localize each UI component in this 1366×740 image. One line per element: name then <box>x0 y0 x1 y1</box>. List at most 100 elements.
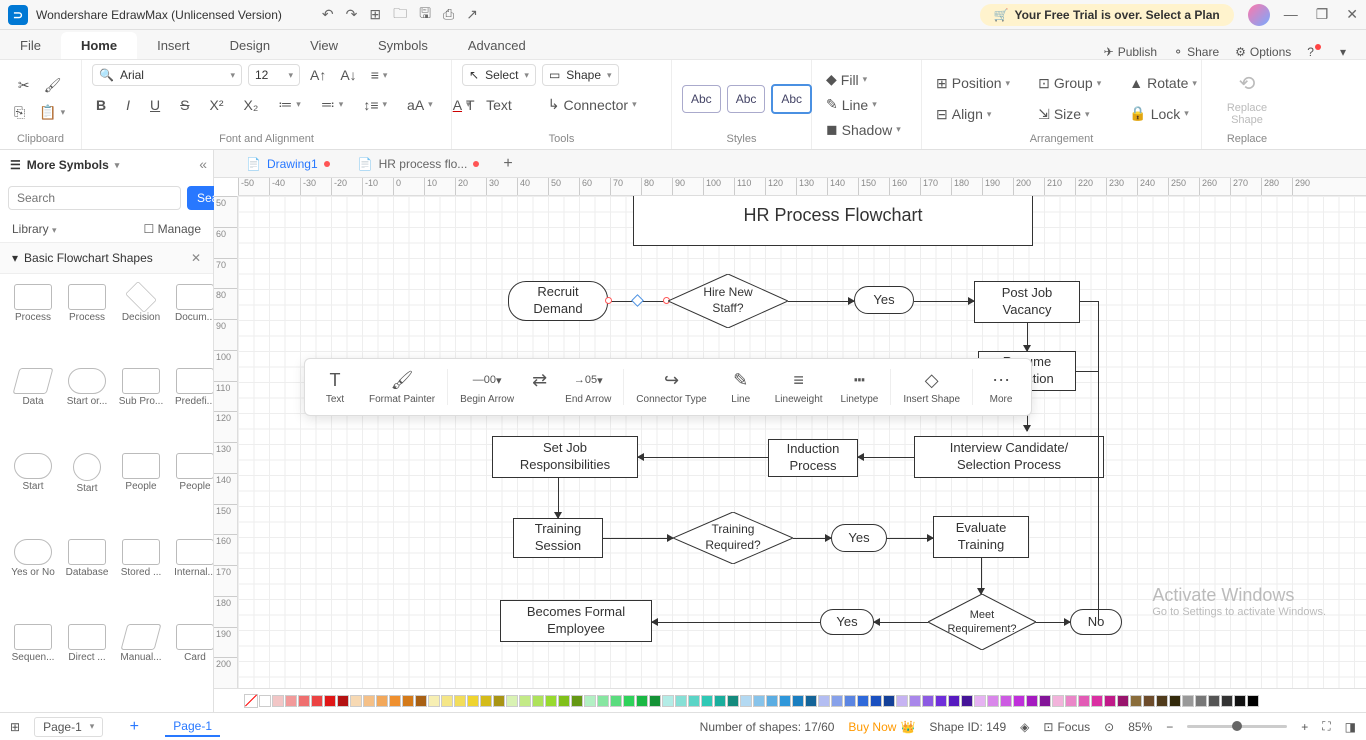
color-swatch[interactable] <box>779 695 791 707</box>
color-swatch[interactable] <box>480 695 492 707</box>
shape-subpro[interactable]: Sub Pro... <box>116 366 166 448</box>
color-swatch[interactable] <box>1000 695 1012 707</box>
ft-lineweight[interactable]: ≡Lineweight <box>767 365 831 409</box>
no-color-swatch[interactable] <box>244 694 258 708</box>
node-yes2[interactable]: Yes <box>831 524 887 552</box>
color-swatch[interactable] <box>909 695 921 707</box>
color-swatch[interactable] <box>298 695 310 707</box>
bold-icon[interactable]: B <box>92 95 110 115</box>
color-swatch[interactable] <box>1013 695 1025 707</box>
color-swatch[interactable] <box>1117 695 1129 707</box>
color-swatch[interactable] <box>545 695 557 707</box>
color-swatch[interactable] <box>883 695 895 707</box>
style-preset-1[interactable]: Abc <box>682 85 721 113</box>
options-button[interactable]: ⚙ Options <box>1235 45 1291 59</box>
color-swatch[interactable] <box>636 695 648 707</box>
shape-people[interactable]: People <box>116 451 166 535</box>
subscript-icon[interactable]: X₂ <box>239 95 262 115</box>
color-swatch[interactable] <box>844 695 856 707</box>
shape-stored[interactable]: Stored ... <box>116 537 166 619</box>
fullscreen-icon[interactable]: ⛶ <box>1322 719 1330 734</box>
tab-file[interactable]: File <box>0 32 61 59</box>
color-swatch[interactable] <box>519 695 531 707</box>
color-swatch[interactable] <box>987 695 999 707</box>
help-button[interactable]: ? <box>1307 45 1324 59</box>
color-swatch[interactable] <box>259 695 271 707</box>
lock-button[interactable]: 🔒 Lock▾ <box>1125 103 1193 124</box>
color-swatch[interactable] <box>1156 695 1168 707</box>
color-swatch[interactable] <box>415 695 427 707</box>
flowchart-title[interactable]: HR Process Flowchart <box>633 196 1033 246</box>
color-swatch[interactable] <box>922 695 934 707</box>
color-swatch[interactable] <box>324 695 336 707</box>
cut-icon[interactable]: ✂ <box>14 75 34 96</box>
tab-design[interactable]: Design <box>210 32 290 59</box>
panel-header[interactable]: ☰ More Symbols▾ <box>0 150 213 180</box>
color-swatch[interactable] <box>597 695 609 707</box>
numbering-icon[interactable]: ≕▾ <box>317 94 348 115</box>
node-interview[interactable]: Interview Candidate/ Selection Process <box>914 436 1104 478</box>
color-swatch[interactable] <box>974 695 986 707</box>
color-swatch[interactable] <box>857 695 869 707</box>
tab-insert[interactable]: Insert <box>137 32 210 59</box>
color-swatch[interactable] <box>1247 695 1259 707</box>
node-meet-req[interactable]: Meet Requirement? <box>928 594 1036 650</box>
color-swatch[interactable] <box>571 695 583 707</box>
color-swatch[interactable] <box>610 695 622 707</box>
layers-icon[interactable]: ⊞ <box>10 720 20 734</box>
node-post-job[interactable]: Post Job Vacancy <box>974 281 1080 323</box>
color-swatch[interactable] <box>662 695 674 707</box>
color-swatch[interactable] <box>1195 695 1207 707</box>
align-button[interactable]: ⊟ Align▾ <box>932 104 995 125</box>
close-section-icon[interactable]: ✕ <box>191 251 201 265</box>
superscript-icon[interactable]: X² <box>205 95 227 115</box>
node-training[interactable]: Training Session <box>513 518 603 558</box>
shape-decision[interactable]: Decision <box>116 282 166 364</box>
color-swatch[interactable] <box>961 695 973 707</box>
color-swatch[interactable] <box>558 695 570 707</box>
color-swatch[interactable] <box>311 695 323 707</box>
tab-home[interactable]: Home <box>61 32 137 59</box>
ft-linetype[interactable]: ┅Linetype <box>833 365 887 409</box>
focus-button[interactable]: ⊡ Focus <box>1043 720 1090 734</box>
group-button[interactable]: ⊡ Group▾ <box>1034 73 1105 94</box>
node-setjob[interactable]: Set Job Responsibilities <box>492 436 638 478</box>
shape-direct[interactable]: Direct ... <box>62 622 112 704</box>
color-swatch[interactable] <box>1052 695 1064 707</box>
color-swatch[interactable] <box>584 695 596 707</box>
buy-now-link[interactable]: Buy Now 👑 <box>848 720 915 734</box>
color-swatch[interactable] <box>649 695 661 707</box>
ft-connector-type[interactable]: ↪Connector Type <box>628 365 714 409</box>
color-swatch[interactable] <box>272 695 284 707</box>
new-tab-button[interactable]: + <box>493 155 522 173</box>
collapse-panel-icon[interactable]: « <box>199 156 207 172</box>
node-evaluate[interactable]: Evaluate Training <box>933 516 1029 558</box>
style-preset-2[interactable]: Abc <box>727 85 766 113</box>
tab-view[interactable]: View <box>290 32 358 59</box>
replace-shape-icon[interactable]: ⟲ <box>1239 71 1256 96</box>
node-hire-decision[interactable]: Hire New Staff? <box>668 274 788 328</box>
shadow-button[interactable]: ◼ Shadow▾ <box>822 119 905 140</box>
shape-sequen[interactable]: Sequen... <box>8 622 58 704</box>
shape-start[interactable]: Start <box>8 451 58 535</box>
zoom-in-icon[interactable]: + <box>1301 720 1308 734</box>
color-swatch[interactable] <box>1065 695 1077 707</box>
style-preset-3[interactable]: Abc <box>771 84 812 114</box>
node-no[interactable]: No <box>1070 609 1122 635</box>
align-left-icon[interactable]: ≡▾ <box>367 65 392 85</box>
print-icon[interactable]: ⎙ <box>443 6 454 23</box>
color-swatch[interactable] <box>1026 695 1038 707</box>
save-icon[interactable]: 🖫 <box>419 3 431 27</box>
maximize-button[interactable]: ❐ <box>1316 6 1329 23</box>
color-swatch[interactable] <box>805 695 817 707</box>
manage-button[interactable]: ☐ Manage <box>144 222 201 236</box>
ft-begin-arrow[interactable]: — 00 ▾Begin Arrow <box>452 365 522 409</box>
color-swatch[interactable] <box>337 695 349 707</box>
library-dropdown[interactable]: Library ▾ <box>12 222 57 236</box>
shape-process[interactable]: Process <box>62 282 112 364</box>
color-swatch[interactable] <box>1182 695 1194 707</box>
trial-banner[interactable]: 🛒 Your Free Trial is over. Select a Plan <box>980 4 1234 26</box>
shape-card[interactable]: Card <box>170 622 213 704</box>
color-swatch[interactable] <box>688 695 700 707</box>
font-size-select[interactable]: 12▾ <box>248 64 300 86</box>
